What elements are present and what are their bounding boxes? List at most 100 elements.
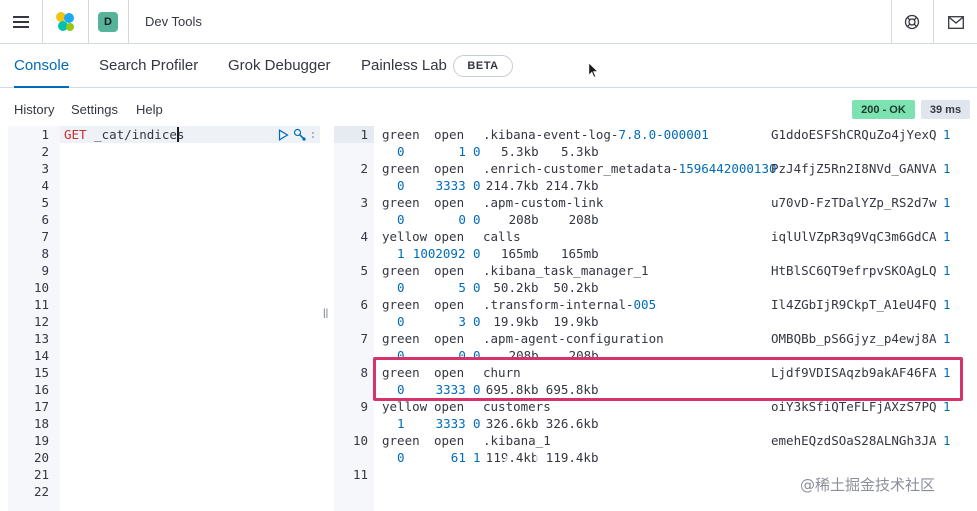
pri-store-size: 208b <box>568 212 599 227</box>
index-name: .transform-internal-005 <box>483 297 657 312</box>
index-replicas: 0 <box>397 144 405 159</box>
pri-store-size: 326.6kb <box>545 416 599 431</box>
request-gutter: 1 2 3 4 5 6 7 8 9 10 11 12 13 14 15 16 17 18 19 20 21 22 <box>8 126 60 511</box>
index-health: yellow <box>382 229 428 244</box>
wrench-icon[interactable] <box>293 128 307 142</box>
index-replicas: 0 <box>397 280 405 295</box>
line-number: 1 <box>41 127 49 142</box>
index-status: open <box>434 161 465 176</box>
text-caret <box>177 127 179 142</box>
line-number: 20 <box>33 450 49 465</box>
index-primaries: 1 <box>943 161 951 176</box>
line-number: 2 <box>41 144 49 159</box>
breadcrumb-title: Dev Tools <box>145 14 202 29</box>
line-number: 3 <box>41 161 49 176</box>
line-number: 18 <box>33 416 49 431</box>
index-status: open <box>434 127 465 142</box>
tab-console[interactable]: Console <box>14 45 70 88</box>
request-actions <box>278 126 315 143</box>
index-primaries: 1 <box>943 229 951 244</box>
line-number: 12 <box>33 314 49 329</box>
line-number: 15 <box>33 365 49 380</box>
index-status: open <box>434 195 465 210</box>
line-number: 19 <box>33 433 49 448</box>
index-uuid: u70vD-FzTDalYZp_RS2d7w <box>771 195 937 210</box>
line-number: 2 <box>360 161 368 176</box>
index-replicas: 0 <box>397 212 405 227</box>
index-uuid: G1ddoESFShCRQuZo4jYexQ <box>771 127 937 142</box>
pri-store-size: 50.2kb <box>553 280 599 295</box>
hamburger-menu-icon <box>13 16 29 28</box>
devtools-tabs: Console Search Profiler Grok Debugger Pa… <box>0 45 977 88</box>
tab-painless-lab[interactable]: Painless Lab <box>361 45 447 88</box>
settings-link[interactable]: Settings <box>71 102 118 117</box>
line-number: 9 <box>41 263 49 278</box>
index-health: green <box>382 263 420 278</box>
index-name: .apm-custom-link <box>483 195 604 210</box>
pri-store-size: 214.7kb <box>545 178 599 193</box>
tab-search-profiler[interactable]: Search Profiler <box>99 45 198 88</box>
home-logo-button[interactable] <box>42 0 88 44</box>
index-name: .kibana_1 <box>483 433 551 448</box>
line-number: 3 <box>360 195 368 210</box>
index-status: open <box>434 229 465 244</box>
highlight-box <box>373 357 963 401</box>
line-number: 13 <box>33 331 49 346</box>
index-name: .enrich-customer_metadata-1596442000130 <box>483 161 777 176</box>
index-replicas: 0 <box>397 314 405 329</box>
line-number: 9 <box>360 399 368 414</box>
line-number: 10 <box>352 433 368 448</box>
docs-deleted: 0 <box>473 416 481 431</box>
space-avatar: D <box>98 12 118 32</box>
line-number: 17 <box>33 399 49 414</box>
request-line[interactable]: GET _cat/indices <box>64 126 184 143</box>
play-icon[interactable] <box>278 128 289 141</box>
request-path: _cat/indices <box>86 127 185 142</box>
index-health: green <box>382 331 420 346</box>
request-editor[interactable]: 1 2 3 4 5 6 7 8 9 10 11 12 13 14 15 16 17 18 19 20 21 22 GET … <box>8 126 320 511</box>
store-size: 326.6kb <box>485 416 539 431</box>
docs-count: 3333 <box>435 178 466 193</box>
index-primaries: 1 <box>943 433 951 448</box>
line-number: 4 <box>360 229 368 244</box>
docs-deleted: 0 <box>473 178 481 193</box>
line-number: 7 <box>41 229 49 244</box>
index-health: green <box>382 297 420 312</box>
help-icon <box>904 14 920 30</box>
index-health: green <box>382 161 420 176</box>
index-uuid: emehEQzdSOaS28ALNGh3JA <box>771 433 937 448</box>
pane-resize-handle[interactable]: || <box>323 308 328 319</box>
docs-count: 1002092 <box>412 246 466 261</box>
help-link[interactable]: Help <box>136 102 163 117</box>
history-link[interactable]: History <box>14 102 54 117</box>
docs-deleted: 0 <box>473 280 481 295</box>
index-replicas: 1 <box>397 416 405 431</box>
docs-count: 0 <box>458 212 466 227</box>
request-method: GET <box>64 127 87 142</box>
index-uuid: iqlUlVZpR3q9VqC3m6GdCA <box>771 229 937 244</box>
mail-icon <box>947 15 964 29</box>
docs-count: 1 <box>458 144 466 159</box>
console-menu: History Settings Help <box>0 96 977 124</box>
help-menu-button[interactable] <box>892 0 932 44</box>
tab-grok-debugger[interactable]: Grok Debugger <box>228 45 331 88</box>
index-name: calls <box>483 229 521 244</box>
app-header: D Dev Tools <box>0 0 977 44</box>
line-number: 8 <box>41 246 49 261</box>
line-number: 6 <box>41 212 49 227</box>
drag-handle-icon[interactable] <box>311 131 315 139</box>
index-name: .kibana-event-log-7.8.0-000001 <box>483 127 709 142</box>
store-size: 19.9kb <box>493 314 539 329</box>
response-gutter: 1 2 3 4 5 6 7 8 9 10 11 <box>334 126 374 511</box>
header-divider <box>128 0 129 44</box>
space-selector-button[interactable]: D <box>88 0 128 44</box>
line-number: 7 <box>360 331 368 346</box>
index-status: open <box>434 331 465 346</box>
index-primaries: 1 <box>943 331 951 346</box>
index-health: green <box>382 127 420 142</box>
newsfeed-button[interactable] <box>934 0 977 44</box>
line-number: 11 <box>352 467 368 482</box>
index-status: open <box>434 297 465 312</box>
index-name: .kibana_task_manager_1 <box>483 263 649 278</box>
menu-button[interactable] <box>0 0 42 44</box>
